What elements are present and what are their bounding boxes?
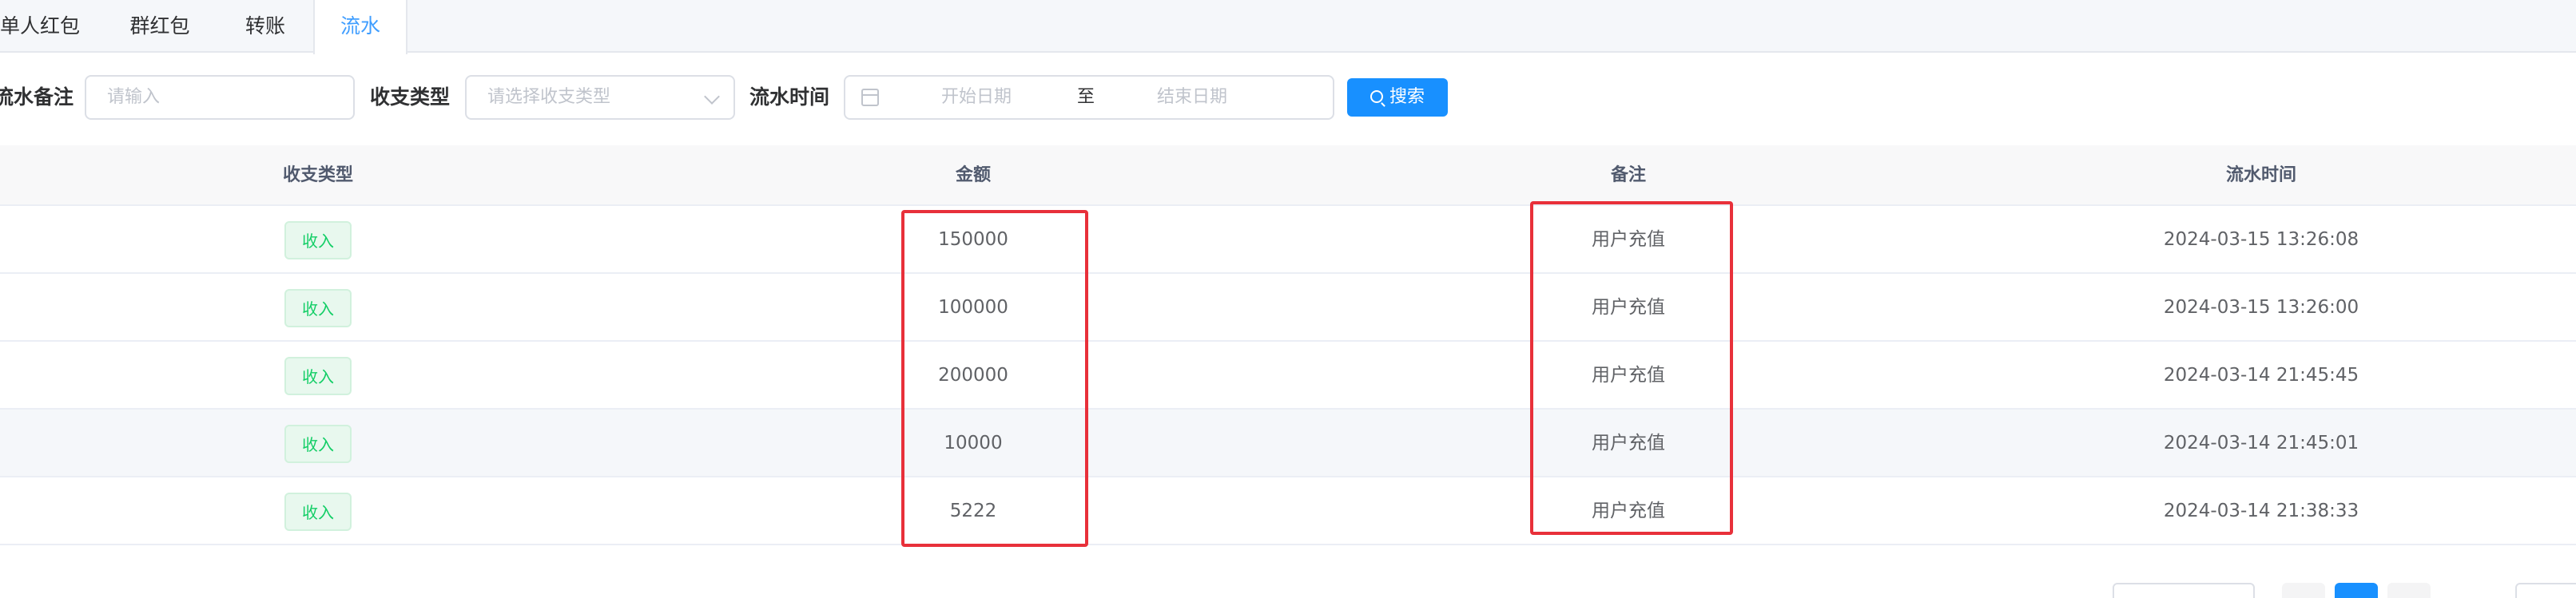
- amount-cell: 5222: [949, 501, 997, 521]
- type-select-placeholder: 请选择收支类型: [487, 87, 611, 107]
- end-date-input[interactable]: 结束日期: [1157, 77, 1227, 118]
- tab-single-red-packet[interactable]: 单人红包: [0, 0, 96, 53]
- remark-cell: 用户充值: [1592, 501, 1665, 521]
- table-row[interactable]: 收入 200000 用户充值 2024-03-14 21:45:45: [0, 342, 2576, 410]
- income-tag: 收入: [284, 220, 352, 259]
- tab-bar: 单人红包 群红包 转账 流水: [0, 0, 2576, 54]
- page-number-button[interactable]: [2335, 583, 2378, 598]
- page: 单人红包 群红包 转账 流水 流水备注 请输入 收支类型 请选择收支类型 流水时…: [0, 0, 2576, 598]
- table-row[interactable]: 收入 10000 用户充值 2024-03-14 21:45:01: [0, 410, 2576, 477]
- calendar-icon: [861, 89, 879, 106]
- search-button[interactable]: 搜索: [1347, 78, 1448, 117]
- search-icon: [1369, 90, 1383, 103]
- amount-cell: 200000: [938, 365, 1008, 386]
- type-filter-label: 收支类型: [370, 85, 451, 109]
- time-cell: 2024-03-15 13:26:00: [2163, 297, 2359, 318]
- date-range-separator: 至: [1077, 87, 1095, 107]
- type-select[interactable]: 请选择收支类型: [465, 75, 735, 120]
- start-date-input[interactable]: 开始日期: [941, 77, 1012, 118]
- time-cell: 2024-03-15 13:26:08: [2163, 229, 2359, 250]
- time-cell: 2024-03-14 21:45:01: [2163, 433, 2359, 453]
- remark-cell: 用户充值: [1592, 433, 1665, 453]
- time-cell: 2024-03-14 21:45:45: [2163, 365, 2359, 386]
- remark-input[interactable]: 请输入: [85, 75, 355, 120]
- table-row[interactable]: 收入 5222 用户充值 2024-03-14 21:38:33: [0, 477, 2576, 545]
- table-header: 收支类型 金额 备注 流水时间: [0, 145, 2576, 206]
- remark-cell: 用户充值: [1592, 297, 1665, 318]
- income-tag: 收入: [284, 424, 352, 463]
- amount-cell: 100000: [938, 297, 1008, 318]
- tab-transfer[interactable]: 转账: [225, 0, 305, 53]
- date-range-picker[interactable]: 开始日期 至 结束日期: [844, 75, 1334, 120]
- remark-cell: 用户充值: [1592, 229, 1665, 250]
- search-button-label: 搜索: [1389, 87, 1425, 107]
- table-row[interactable]: 收入 150000 用户充值 2024-03-15 13:26:08: [0, 206, 2576, 274]
- chevron-down-icon: [704, 89, 720, 105]
- column-header-amount: 金额: [955, 165, 991, 185]
- column-header-remark: 备注: [1610, 165, 1646, 185]
- column-header-time: 流水时间: [2225, 165, 2296, 185]
- remark-filter-label: 流水备注: [0, 85, 74, 109]
- amount-cell: 10000: [944, 433, 1003, 453]
- time-cell: 2024-03-14 21:38:33: [2163, 501, 2359, 521]
- income-tag: 收入: [284, 288, 352, 327]
- column-header-type: 收支类型: [282, 165, 353, 185]
- page-size-select[interactable]: [2113, 583, 2255, 598]
- income-tag: 收入: [284, 356, 352, 395]
- tab-flow[interactable]: 流水: [313, 0, 407, 54]
- remark-input-placeholder: 请输入: [107, 87, 161, 107]
- remark-cell: 用户充值: [1592, 365, 1665, 386]
- table-row[interactable]: 收入 100000 用户充值 2024-03-15 13:26:00: [0, 274, 2576, 342]
- next-page-button[interactable]: [2387, 583, 2431, 598]
- prev-page-button[interactable]: [2282, 583, 2325, 598]
- tab-group-red-packet[interactable]: 群红包: [112, 0, 208, 53]
- amount-cell: 150000: [938, 229, 1008, 250]
- jump-page-input[interactable]: [2515, 583, 2576, 598]
- income-tag: 收入: [284, 492, 352, 531]
- time-filter-label: 流水时间: [749, 85, 830, 109]
